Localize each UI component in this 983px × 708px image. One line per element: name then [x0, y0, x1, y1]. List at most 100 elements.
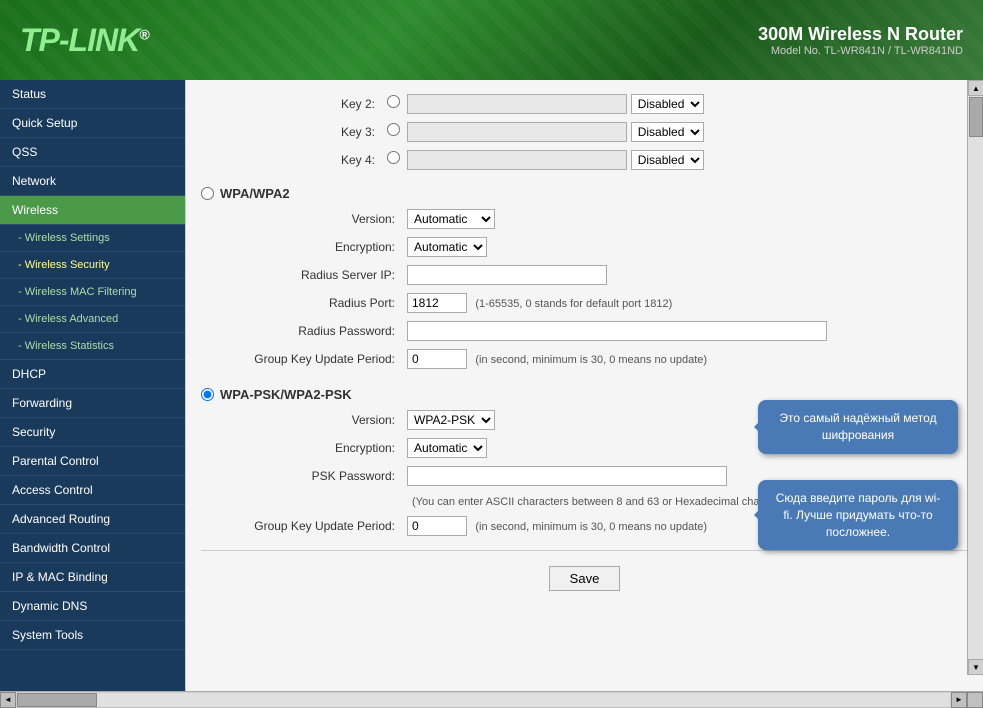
- tooltip2-text: Сюда введите пароль для wi-fi. Лучше при…: [776, 491, 941, 539]
- scroll-right-button[interactable]: ►: [951, 692, 967, 708]
- wpapsk-label: WPA-PSK/WPA2-PSK: [220, 387, 352, 402]
- sidebar-item-ip-mac-binding[interactable]: IP & MAC Binding: [0, 563, 185, 592]
- scroll-thumb[interactable]: [969, 97, 983, 137]
- key3-label: Key 3:: [201, 118, 381, 146]
- scroll-up-button[interactable]: ▲: [968, 80, 983, 96]
- sidebar: StatusQuick SetupQSSNetworkWireless- Wir…: [0, 80, 185, 691]
- wpapsk-encryption-label: Encryption:: [221, 434, 401, 462]
- key4-input-cell: Disabled64Bit128Bit152Bit: [381, 146, 968, 174]
- wpa-encryption-row: Encryption: AutomaticTKIPAES: [221, 233, 968, 261]
- bottom-scrollbar: ◄ ►: [0, 691, 983, 707]
- wpapsk-group-key-input[interactable]: [407, 516, 467, 536]
- wpapsk-radio[interactable]: [201, 388, 214, 401]
- sidebar-item-quick-setup[interactable]: Quick Setup: [0, 109, 185, 138]
- sidebar-item-dhcp[interactable]: DHCP: [0, 360, 185, 389]
- wpa-group-key-input[interactable]: [407, 349, 467, 369]
- key4-status[interactable]: Disabled64Bit128Bit152Bit: [631, 150, 704, 170]
- wpapsk-group-key-hint: (in second, minimum is 30, 0 means no up…: [475, 521, 707, 533]
- sidebar-item-system-tools[interactable]: System Tools: [0, 621, 185, 650]
- sidebar-item-parental-control[interactable]: Parental Control: [0, 447, 185, 476]
- wpa-encryption-label: Encryption:: [221, 233, 401, 261]
- radius-ip-label: Radius Server IP:: [221, 261, 401, 289]
- key2-radio[interactable]: [387, 95, 400, 108]
- header: TP-LINK® 300M Wireless N Router Model No…: [0, 0, 983, 80]
- sidebar-item-wireless-mac-filtering[interactable]: - Wireless MAC Filtering: [0, 279, 185, 306]
- scroll-down-button[interactable]: ▼: [968, 659, 983, 675]
- sidebar-item-bandwidth-control[interactable]: Bandwidth Control: [0, 534, 185, 563]
- tooltip1-text: Это самый надёжный метод шифрования: [779, 411, 936, 442]
- h-scroll-thumb[interactable]: [17, 693, 97, 707]
- save-button[interactable]: Save: [549, 566, 621, 591]
- tp-link-logo: TP-LINK®: [20, 22, 149, 59]
- wpapsk-version-select[interactable]: AutomaticWPA-PSKWPA2-PSK: [407, 410, 495, 430]
- wpa-group-key-cell: (in second, minimum is 30, 0 means no up…: [401, 345, 968, 373]
- wpapsk-encryption-select[interactable]: AutomaticTKIPAES: [407, 438, 487, 458]
- radius-ip-input[interactable]: [407, 265, 607, 285]
- sidebar-item-wireless-security[interactable]: - Wireless Security: [0, 252, 185, 279]
- keys-table: Key 2: Disabled64Bit128Bit152Bit Key 3:: [201, 90, 968, 174]
- key4-input[interactable]: [407, 150, 627, 170]
- radius-ip-row: Radius Server IP:: [221, 261, 968, 289]
- wpa-group-key-hint: (in second, minimum is 30, 0 means no up…: [475, 354, 707, 366]
- radius-port-hint: (1-65535, 0 stands for default port 1812…: [475, 298, 672, 310]
- key3-status[interactable]: Disabled64Bit128Bit152Bit: [631, 122, 704, 142]
- h-scroll-track: [17, 693, 950, 707]
- sidebar-item-wireless-statistics[interactable]: - Wireless Statistics: [0, 333, 185, 360]
- radius-password-cell: [401, 317, 968, 345]
- radius-ip-cell: [401, 261, 968, 289]
- logo-symbol: ®: [139, 26, 148, 42]
- scroll-left-button[interactable]: ◄: [0, 692, 16, 708]
- wpa-encryption-cell: AutomaticTKIPAES: [401, 233, 968, 261]
- scroll-corner: [967, 692, 983, 708]
- wpa-group-key-row: Group Key Update Period: (in second, min…: [221, 345, 968, 373]
- wpa-radio[interactable]: [201, 187, 214, 200]
- radius-port-input[interactable]: [407, 293, 467, 313]
- sidebar-item-wireless[interactable]: Wireless: [0, 196, 185, 225]
- sidebar-item-security[interactable]: Security: [0, 418, 185, 447]
- sidebar-item-advanced-routing[interactable]: Advanced Routing: [0, 505, 185, 534]
- content-inner: Key 2: Disabled64Bit128Bit152Bit Key 3:: [186, 80, 983, 691]
- key2-input[interactable]: [407, 94, 627, 114]
- key4-label: Key 4:: [201, 146, 381, 174]
- psk-password-input[interactable]: [407, 466, 727, 486]
- radius-password-label: Radius Password:: [221, 317, 401, 345]
- wpa-section-header: WPA/WPA2: [201, 182, 968, 205]
- main-layout: StatusQuick SetupQSSNetworkWireless- Wir…: [0, 80, 983, 691]
- wpa-label: WPA/WPA2: [220, 186, 290, 201]
- sidebar-item-forwarding[interactable]: Forwarding: [0, 389, 185, 418]
- tooltip-password: Сюда введите пароль для wi-fi. Лучше при…: [758, 480, 958, 550]
- key3-row: Key 3: Disabled64Bit128Bit152Bit: [201, 118, 968, 146]
- wpa-section: WPA/WPA2 Version: AutomaticWPA-PSKWPA2-P…: [201, 182, 968, 373]
- psk-password-label: PSK Password:: [221, 462, 401, 490]
- key2-input-cell: Disabled64Bit128Bit152Bit: [381, 90, 968, 118]
- key3-input[interactable]: [407, 122, 627, 142]
- wpa-fields: Version: AutomaticWPA-PSKWPA2-PSK Encryp…: [221, 205, 968, 373]
- key2-status[interactable]: Disabled64Bit128Bit152Bit: [631, 94, 704, 114]
- wpa-version-select[interactable]: AutomaticWPA-PSKWPA2-PSK: [407, 209, 495, 229]
- wpa-encryption-select[interactable]: AutomaticTKIPAES: [407, 237, 487, 257]
- save-container: Save: [201, 550, 968, 606]
- sidebar-item-network[interactable]: Network: [0, 167, 185, 196]
- key4-radio[interactable]: [387, 151, 400, 164]
- wpa-group-key-label: Group Key Update Period:: [221, 345, 401, 373]
- wpa-version-label: Version:: [221, 205, 401, 233]
- key4-row: Key 4: Disabled64Bit128Bit152Bit: [201, 146, 968, 174]
- model-number: Model No. TL-WR841N / TL-WR841ND: [758, 45, 963, 57]
- wpapsk-version-label: Version:: [221, 406, 401, 434]
- radius-password-input[interactable]: [407, 321, 827, 341]
- model-name: 300M Wireless N Router: [758, 24, 963, 45]
- scrollbar-track: ▲ ▼: [967, 80, 983, 675]
- wpa-version-cell: AutomaticWPA-PSKWPA2-PSK: [401, 205, 968, 233]
- sidebar-item-status[interactable]: Status: [0, 80, 185, 109]
- sidebar-item-access-control[interactable]: Access Control: [0, 476, 185, 505]
- sidebar-item-qss[interactable]: QSS: [0, 138, 185, 167]
- tooltip-encryption: Это самый надёжный метод шифрования: [758, 400, 958, 454]
- key2-label: Key 2:: [201, 90, 381, 118]
- sidebar-item-dynamic-dns[interactable]: Dynamic DNS: [0, 592, 185, 621]
- sidebar-item-wireless-settings[interactable]: - Wireless Settings: [0, 225, 185, 252]
- radius-port-row: Radius Port: (1-65535, 0 stands for defa…: [221, 289, 968, 317]
- sidebar-item-wireless-advanced[interactable]: - Wireless Advanced: [0, 306, 185, 333]
- key3-radio[interactable]: [387, 123, 400, 136]
- radius-port-cell: (1-65535, 0 stands for default port 1812…: [401, 289, 968, 317]
- content-area: Key 2: Disabled64Bit128Bit152Bit Key 3:: [185, 80, 983, 691]
